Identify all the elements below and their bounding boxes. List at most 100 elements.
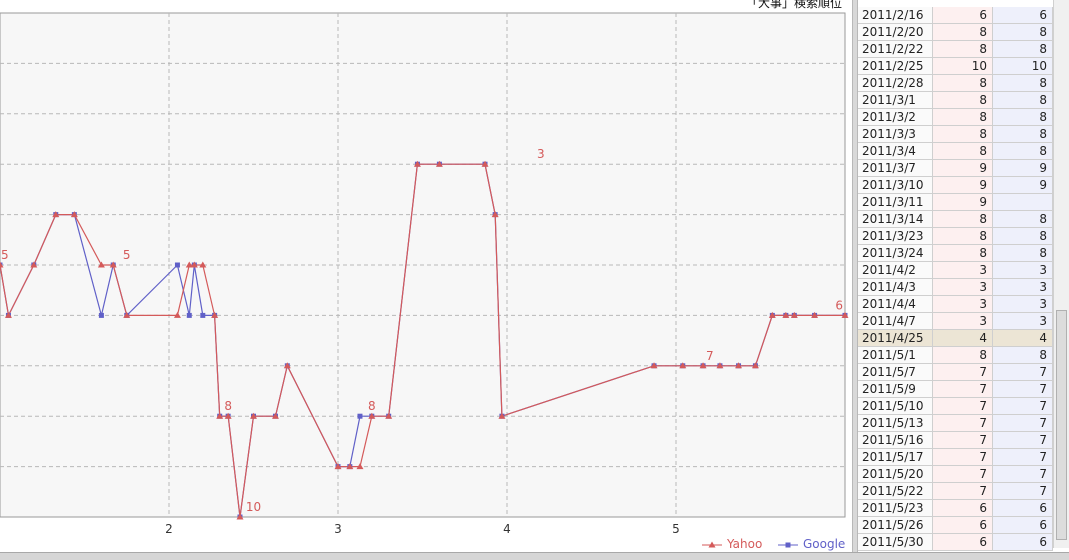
table-row[interactable]: 2011/5/7 7 7 (858, 364, 1053, 381)
table-row[interactable]: 2011/3/7 9 9 (858, 160, 1053, 177)
cell-date: 2011/3/4 (858, 143, 933, 160)
data-label: 8 (368, 399, 376, 413)
chart-panel: 2 3 4 5 5 5 8 10 8 3 7 6 「大事」検索順位 Yahoo Google (0, 0, 852, 560)
table-row[interactable]: 2011/5/1 8 8 (858, 347, 1053, 364)
cell-yahoo: 4 (933, 330, 993, 347)
cell-google: 9 (993, 160, 1053, 177)
table-row[interactable]: 2011/4/4 3 3 (858, 296, 1053, 313)
table-row[interactable]: 2011/5/16 7 7 (858, 432, 1053, 449)
cell-date: 2011/3/14 (858, 211, 933, 228)
cell-yahoo: 8 (933, 92, 993, 109)
cell-yahoo: 8 (933, 347, 993, 364)
cell-date: 2011/3/23 (858, 228, 933, 245)
cell-date: 2011/4/25 (858, 330, 933, 347)
chart-title: 「大事」検索順位 (745, 0, 842, 10)
cell-yahoo: 3 (933, 262, 993, 279)
data-label: 5 (1, 248, 9, 262)
table-row[interactable]: 2011/5/20 7 7 (858, 466, 1053, 483)
x-tick-label: 3 (334, 522, 342, 536)
cell-date: 2011/3/10 (858, 177, 933, 194)
cell-google: 7 (993, 466, 1053, 483)
cell-date: 2011/3/1 (858, 92, 933, 109)
data-point-google (174, 262, 180, 268)
cell-date: 2011/4/3 (858, 279, 933, 296)
cell-yahoo: 6 (933, 534, 993, 551)
table-row[interactable]: 2011/3/24 8 8 (858, 245, 1053, 262)
cell-date: 2011/4/7 (858, 313, 933, 330)
cell-date: 2011/4/2 (858, 262, 933, 279)
data-label: 7 (706, 349, 714, 363)
table-row[interactable]: 2011/3/4 8 8 (858, 143, 1053, 160)
cell-date: 2011/5/9 (858, 381, 933, 398)
x-tick-label: 5 (672, 522, 680, 536)
table-row[interactable]: 2011/2/16 6 6 (858, 7, 1053, 24)
table-row[interactable]: 2011/4/7 3 3 (858, 313, 1053, 330)
cell-google: 8 (993, 228, 1053, 245)
scrollbar-thumb[interactable] (1056, 310, 1067, 540)
cell-date: 2011/2/16 (858, 7, 933, 24)
table-row[interactable]: 2011/3/1 8 8 (858, 92, 1053, 109)
table-row[interactable]: 2011/5/9 7 7 (858, 381, 1053, 398)
cell-yahoo: 6 (933, 500, 993, 517)
table-row[interactable]: 2011/3/2 8 8 (858, 109, 1053, 126)
data-label: 5 (123, 248, 131, 262)
table-row[interactable]: 2011/3/3 8 8 (858, 126, 1053, 143)
x-tick-label: 2 (165, 522, 173, 536)
cell-date: 2011/3/3 (858, 126, 933, 143)
table-row[interactable]: 2011/3/23 8 8 (858, 228, 1053, 245)
table-row[interactable]: 2011/2/28 8 8 (858, 75, 1053, 92)
cell-yahoo: 7 (933, 466, 993, 483)
cell-google: 8 (993, 347, 1053, 364)
cell-yahoo: 8 (933, 75, 993, 92)
cell-date: 2011/5/22 (858, 483, 933, 500)
cell-date: 2011/5/7 (858, 364, 933, 381)
table-vertical-scrollbar[interactable] (1053, 0, 1069, 548)
cell-google: 3 (993, 313, 1053, 330)
table-row[interactable]: 2011/4/25 4 4 (858, 330, 1053, 347)
data-point-google (357, 413, 363, 419)
cell-yahoo: 8 (933, 143, 993, 160)
table-row[interactable]: 2011/5/13 7 7 (858, 415, 1053, 432)
table-row[interactable]: 2011/5/30 6 6 (858, 534, 1053, 551)
cell-yahoo: 8 (933, 211, 993, 228)
cell-google: 8 (993, 143, 1053, 160)
chart-legend: Yahoo Google (700, 537, 850, 553)
cell-yahoo: 7 (933, 364, 993, 381)
cell-yahoo: 3 (933, 296, 993, 313)
cell-yahoo: 9 (933, 160, 993, 177)
table-row[interactable]: 2011/5/10 7 7 (858, 398, 1053, 415)
table-row[interactable]: 2011/3/10 9 9 (858, 177, 1053, 194)
x-tick-label: 4 (503, 522, 511, 536)
cell-date: 2011/5/26 (858, 517, 933, 534)
data-label: 6 (835, 298, 843, 312)
cell-date: 2011/2/25 (858, 58, 933, 75)
cell-yahoo: 9 (933, 194, 993, 211)
table-row[interactable]: 2011/2/22 8 8 (858, 41, 1053, 58)
table-row[interactable]: 2011/2/25 10 10 (858, 58, 1053, 75)
table-row[interactable]: 2011/3/11 9 (858, 194, 1053, 211)
cell-date: 2011/5/17 (858, 449, 933, 466)
legend-marker-google (778, 542, 798, 547)
table-row[interactable]: 2011/4/3 3 3 (858, 279, 1053, 296)
legend-item-yahoo: Yahoo (700, 537, 762, 552)
cell-google: 3 (993, 296, 1053, 313)
cell-yahoo: 10 (933, 58, 993, 75)
data-point-google (98, 312, 104, 318)
cell-yahoo: 7 (933, 432, 993, 449)
cell-google: 8 (993, 75, 1053, 92)
cell-date: 2011/5/13 (858, 415, 933, 432)
cell-date: 2011/5/10 (858, 398, 933, 415)
horizontal-scrollbar[interactable] (0, 552, 1069, 560)
data-label: 3 (537, 147, 545, 161)
table-row[interactable]: 2011/3/14 8 8 (858, 211, 1053, 228)
table-row[interactable]: 2011/2/20 8 8 (858, 24, 1053, 41)
cell-date: 2011/2/28 (858, 75, 933, 92)
table-row[interactable]: 2011/4/2 3 3 (858, 262, 1053, 279)
table-row[interactable]: 2011/5/22 7 7 (858, 483, 1053, 500)
cell-yahoo: 8 (933, 109, 993, 126)
table-row[interactable]: 2011/5/17 7 7 (858, 449, 1053, 466)
data-point-google (200, 312, 206, 318)
table-row[interactable]: 2011/5/23 6 6 (858, 500, 1053, 517)
table-row[interactable]: 2011/5/26 6 6 (858, 517, 1053, 534)
cell-yahoo: 9 (933, 177, 993, 194)
